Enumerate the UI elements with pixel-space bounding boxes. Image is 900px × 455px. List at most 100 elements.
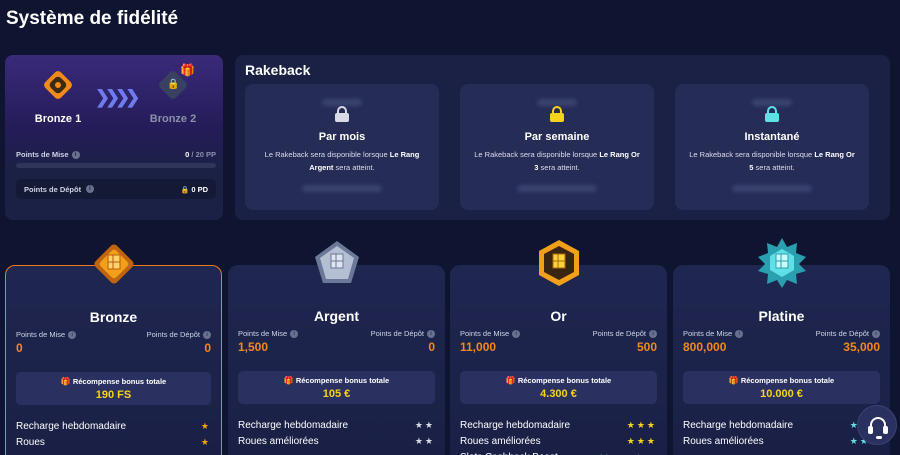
info-icon[interactable]: i	[86, 185, 94, 193]
feature-label: Recharge hebdomadaire	[460, 420, 571, 431]
bonus-label: 🎁 Récompense bonus totale	[16, 377, 211, 386]
mise-points: 11,000	[460, 340, 497, 354]
rakeback-card-weekly: Par semaine Le Rakeback sera disponible …	[460, 84, 654, 210]
rank-card-argent[interactable]: Argent Points de Mise i Points de Dépôt i …	[228, 241, 445, 455]
feature-row: Recharge hebdomadaire★★★	[683, 420, 880, 431]
info-icon[interactable]: i	[427, 330, 435, 339]
feature-stars: ★	[200, 437, 211, 447]
gift-icon: 🎁	[728, 376, 739, 385]
feature-label: Roues	[16, 437, 45, 448]
mise-label: Points de Mise i	[16, 330, 77, 340]
bonus-value: 10.000 €	[760, 388, 803, 400]
depot-points: 35,000	[843, 340, 880, 354]
rakeback-card-instant: Instantané Le Rakeback sera disponible l…	[675, 84, 869, 210]
info-icon[interactable]: i	[649, 330, 657, 339]
lock-icon	[550, 106, 564, 122]
depot-label: Points de Dépôt i	[147, 330, 211, 340]
bonus-box: 🎁 Récompense bonus totale 190 FS	[16, 372, 211, 405]
depot-points-box: Points de Dépôt i 🔒 0 PD	[16, 179, 216, 199]
rakeback-desc-text: sera atteint.	[753, 163, 795, 172]
rakeback-description: Le Rakeback sera disponible lorsque Le R…	[689, 148, 855, 174]
mise-label-text: Points de Mise	[683, 329, 733, 338]
rakeback-period: Par mois	[318, 131, 366, 143]
bonus-value: 4.300 €	[540, 388, 577, 400]
feature-label: Recharge hebdomadaire	[16, 421, 127, 432]
rank-name: Platine	[758, 308, 805, 324]
info-icon[interactable]: i	[71, 151, 80, 160]
rakeback-desc-text: Le Rakeback sera disponible lorsque	[264, 150, 390, 159]
gift-icon: 🎁	[60, 377, 71, 386]
or-rank-icon	[533, 237, 585, 289]
mise-label: Points de Mise	[16, 150, 69, 159]
mise-label-text: Points de Mise	[238, 329, 288, 338]
mise-points: 1,500	[238, 340, 269, 354]
depot-value: 0 PD	[191, 185, 208, 194]
feature-row: Roues améliorées ★★★	[460, 436, 657, 447]
rank-name: Bronze	[89, 309, 138, 325]
page-title: Système de fidélité	[6, 8, 179, 29]
gift-icon: 🎁	[180, 63, 195, 77]
bonus-label: 🎁 Récompense bonus totale	[460, 376, 657, 385]
argent-rank-icon	[311, 237, 363, 289]
rakeback-period: Par semaine	[524, 131, 590, 143]
feature-row: Roues améliorées ★★	[238, 436, 435, 447]
rakeback-description: Le Rakeback sera disponible lorsque Le R…	[474, 148, 640, 174]
rakeback-desc-text: Le Rakeback sera disponible lorsque	[689, 150, 815, 159]
bonus-box: 🎁 Récompense bonus totale 10.000 €	[683, 371, 880, 404]
rakeback-desc-text: Le Rakeback sera disponible lorsque	[474, 150, 600, 159]
lock-icon	[335, 106, 349, 122]
info-icon[interactable]: i	[512, 330, 521, 339]
rakeback-desc-text: sera atteint.	[538, 163, 580, 172]
rank-card-bronze[interactable]: Bronze Points de Mise i Points de Dépôt i …	[5, 244, 222, 455]
next-level-label: Bronze 2	[149, 113, 197, 125]
mise-progress-bar	[16, 163, 216, 168]
feature-stars: ★★★	[626, 436, 657, 446]
feature-label: Roues améliorées	[683, 436, 764, 447]
mise-label-text: Points de Mise	[460, 329, 510, 338]
lock-icon	[765, 106, 779, 122]
mise-label: Points de Mise i	[238, 329, 299, 339]
gift-icon: 🎁	[283, 376, 294, 385]
feature-row: Roues améliorées★★★	[683, 436, 880, 447]
rakeback-title: Rakeback	[245, 62, 311, 78]
bonus-label: 🎁 Récompense bonus totale	[238, 376, 435, 385]
bronze-rank-icon	[88, 238, 140, 290]
feature-row: Recharge hebdomadaire ★★	[238, 420, 435, 431]
info-icon[interactable]: i	[203, 331, 211, 340]
feature-row: Roues ★	[16, 437, 211, 448]
support-chat-button[interactable]	[857, 405, 897, 445]
feature-stars: ★	[200, 421, 211, 431]
mise-target: / 20 PP	[189, 150, 216, 159]
depot-value-wrap: 🔒 0 PD	[181, 185, 209, 194]
rakeback-period: Instantané	[744, 131, 800, 143]
info-icon[interactable]: i	[290, 330, 299, 339]
feature-row: Recharge hebdomadaire ★★★	[460, 420, 657, 431]
mise-label-text: Points de Mise	[16, 330, 66, 339]
bonus-label: 🎁 Récompense bonus totale	[683, 376, 880, 385]
rakeback-description: Le Rakeback sera disponible lorsque Le R…	[259, 148, 425, 174]
info-icon[interactable]: i	[872, 330, 880, 339]
info-icon[interactable]: i	[735, 330, 744, 339]
feature-stars: ★★★	[626, 420, 657, 430]
bonus-box: 🎁 Récompense bonus totale 105 €	[238, 371, 435, 404]
feature-label: Roues améliorées	[460, 436, 541, 447]
bonus-value: 105 €	[322, 388, 351, 400]
chevrons-right-icon: ❯❯❯❯	[95, 87, 140, 107]
bonus-box: 🎁 Récompense bonus totale 4.300 €	[460, 371, 657, 404]
depot-label: Points de Dépôt i	[593, 329, 657, 339]
depot-points: 0	[428, 340, 435, 354]
level-progress-card: Bronze 1 ❯❯❯❯ 🔒 🎁 Bronze 2 Points de Mis…	[5, 55, 223, 220]
rakeback-panel: Rakeback Par mois Le Rakeback sera dispo…	[235, 55, 890, 220]
depot-label-text: Points de Dépôt	[370, 329, 424, 338]
gift-icon: 🎁	[505, 376, 516, 385]
rank-card-or[interactable]: Or Points de Mise i Points de Dépôt i 11,0…	[450, 240, 667, 455]
rank-name: Or	[550, 308, 567, 324]
depot-label: Points de Dépôt	[24, 185, 82, 194]
mise-label: Points de Mise i	[683, 329, 744, 339]
rank-name: Argent	[313, 308, 360, 324]
bronze-level-icon	[42, 69, 74, 101]
locked-level-icon: 🔒 🎁	[157, 63, 195, 101]
info-icon[interactable]: i	[68, 331, 77, 340]
feature-label: Recharge hebdomadaire	[238, 420, 349, 431]
rakeback-card-monthly: Par mois Le Rakeback sera disponible lor…	[245, 84, 439, 210]
